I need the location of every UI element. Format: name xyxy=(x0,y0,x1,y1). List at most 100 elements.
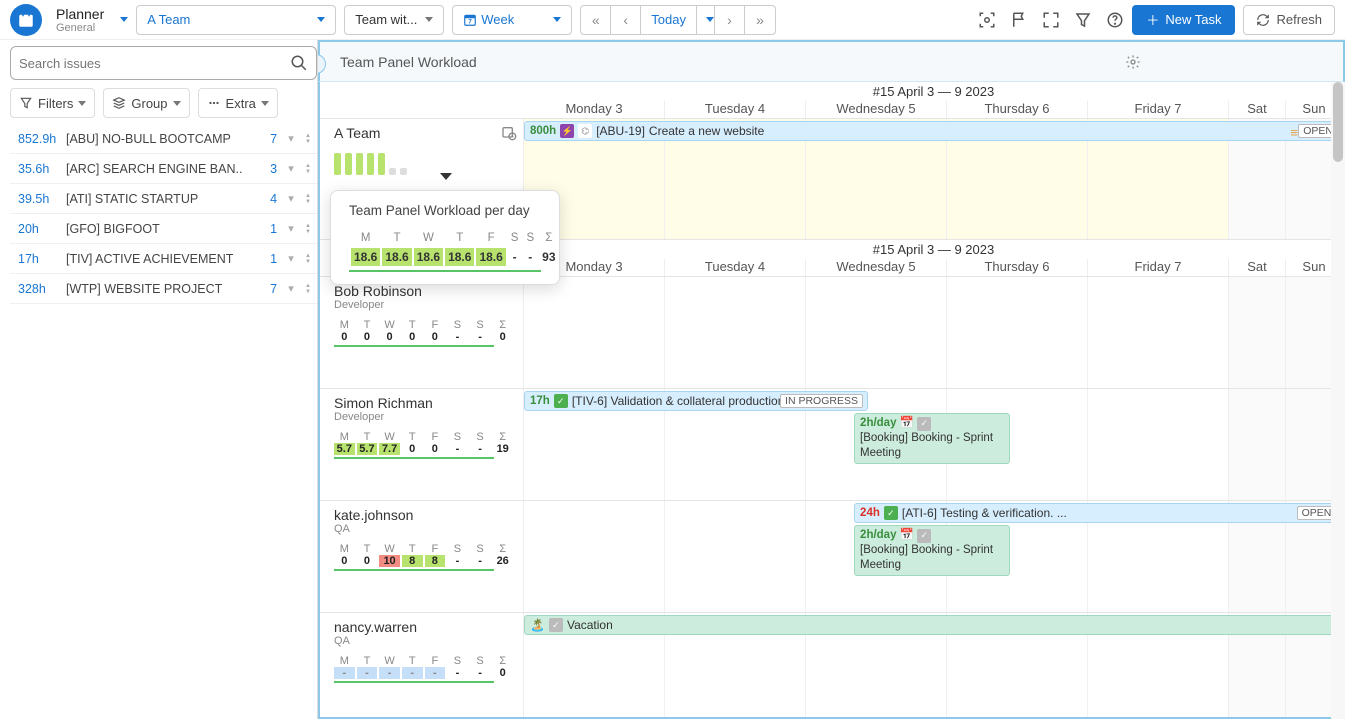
scrollbar-thumb[interactable] xyxy=(1333,82,1343,162)
team-task-bar[interactable]: 800h ⚡ ⌬ [ABU-19] Create a new website ≡… xyxy=(524,121,1343,141)
dropdown-icon[interactable]: ▾ xyxy=(283,131,299,147)
resource-lane: Simon Richman Developer MTWTFSSΣ 5.75.77… xyxy=(320,388,1343,500)
workload-head: MTWTFSSΣ xyxy=(334,655,513,667)
subtasks-icon: ⌬ xyxy=(578,124,592,138)
resource-role: QA xyxy=(334,523,513,535)
collapse-handle[interactable]: ‹ xyxy=(318,54,326,74)
issue-row[interactable]: 328h [WTP] WEBSITE PROJECT 7 ▾ ▲▼ xyxy=(10,274,317,304)
day-header: Tuesday 4 xyxy=(665,259,806,276)
check-icon: ✓ xyxy=(917,529,931,543)
issue-row[interactable]: 35.6h [ARC] SEARCH ENGINE BAN.. 3 ▾ ▲▼ xyxy=(10,154,317,184)
app-dropdown-caret-icon[interactable] xyxy=(120,17,128,22)
sort-icon[interactable]: ▲▼ xyxy=(305,223,311,235)
period-dropdown[interactable]: 7 Week xyxy=(452,5,572,35)
group-label: Group xyxy=(131,96,167,111)
nav-first-button[interactable]: « xyxy=(581,6,611,34)
task-bar[interactable]: 17h ✓ [TIV-6] Validation & collateral pr… xyxy=(524,391,868,411)
sort-icon[interactable]: ▲▼ xyxy=(305,163,311,175)
sort-icon[interactable]: ▲▼ xyxy=(305,193,311,205)
issue-count: 3 xyxy=(263,162,277,176)
sort-icon[interactable]: ▲▼ xyxy=(305,133,311,145)
calendar-week-icon: 7 xyxy=(463,13,477,27)
week-title-2: #15 April 3 — 9 2023 xyxy=(524,240,1343,259)
calendar-icon: 📅 xyxy=(900,417,914,429)
scan-icon[interactable] xyxy=(978,11,996,29)
extra-button[interactable]: Extra xyxy=(198,88,278,118)
chevron-down-icon xyxy=(78,101,86,106)
app-title: Planner xyxy=(56,6,104,22)
palm-icon: 🏝️ xyxy=(530,618,545,632)
dropdown-icon[interactable]: ▾ xyxy=(283,161,299,177)
issue-hours: 35.6h xyxy=(18,162,60,176)
resource-lane: nancy.warren QA MTWTFSSΣ -------0 🏝️ ✓ V… xyxy=(320,612,1343,719)
team-dropdown[interactable]: A Team xyxy=(136,5,336,35)
team-name: A Team xyxy=(334,125,513,141)
week-title: #15 April 3 — 9 2023 xyxy=(524,82,1343,101)
issue-count: 4 xyxy=(263,192,277,206)
nav-prev-button[interactable]: ‹ xyxy=(611,6,641,34)
issue-count: 7 xyxy=(263,132,277,146)
sort-icon[interactable]: ▲▼ xyxy=(305,253,311,265)
app-title-block: Planner General xyxy=(56,6,104,34)
workload-values: 001088--26 xyxy=(334,555,513,567)
issue-list: 852.9h [ABU] NO-BULL BOOTCAMP 7 ▾ ▲▼35.6… xyxy=(10,124,317,304)
dropdown-icon[interactable]: ▾ xyxy=(283,251,299,267)
epic-icon: ⚡ xyxy=(560,124,574,138)
issue-hours: 20h xyxy=(18,222,60,236)
chevron-down-icon xyxy=(173,101,181,106)
vertical-scrollbar[interactable] xyxy=(1331,82,1345,719)
issue-name: [TIV] ACTIVE ACHIEVEMENT xyxy=(66,252,257,266)
nav-today-button[interactable]: Today xyxy=(641,6,697,34)
dropdown-icon[interactable]: ▾ xyxy=(283,281,299,297)
new-task-button[interactable]: ＋ New Task xyxy=(1132,5,1235,35)
gear-icon[interactable] xyxy=(1125,54,1141,70)
issue-row[interactable]: 852.9h [ABU] NO-BULL BOOTCAMP 7 ▾ ▲▼ xyxy=(10,124,317,154)
day-header: Friday 7 xyxy=(1088,259,1229,276)
search-box[interactable] xyxy=(10,46,317,80)
new-task-label: New Task xyxy=(1165,12,1221,27)
timeline[interactable]: #15 April 3 — 9 2023 Monday 3Tuesday 4We… xyxy=(318,40,1345,719)
workload-values: 00000--0 xyxy=(334,331,513,343)
filters-button[interactable]: Filters xyxy=(10,88,95,118)
panel-dropdown[interactable]: Team wit... xyxy=(344,5,444,35)
team-dropdown-label: A Team xyxy=(147,12,190,27)
filter-icon[interactable] xyxy=(1074,11,1092,29)
nav-next-button[interactable]: › xyxy=(715,6,745,34)
dropdown-icon[interactable]: ▾ xyxy=(283,191,299,207)
resource-role: QA xyxy=(334,635,513,647)
booking-box[interactable]: 2h/day 📅 ✓ [Booking] Booking - Sprint Me… xyxy=(854,525,1010,576)
search-input[interactable] xyxy=(19,56,290,71)
refresh-button[interactable]: Refresh xyxy=(1243,5,1335,35)
group-button[interactable]: Group xyxy=(103,88,189,118)
extra-label: Extra xyxy=(226,96,256,111)
booking-box[interactable]: 2h/day 📅 ✓ [Booking] Booking - Sprint Me… xyxy=(854,413,1010,464)
plus-icon: ＋ xyxy=(1146,10,1159,29)
resource-name: kate.johnson xyxy=(334,507,513,523)
flag-icon[interactable] xyxy=(1010,11,1028,29)
resource-name: Simon Richman xyxy=(334,395,513,411)
check-icon: ✓ xyxy=(884,506,898,520)
resource-role: Developer xyxy=(334,299,513,311)
workload-values: -------0 xyxy=(334,667,513,679)
task-status: IN PROGRESS xyxy=(780,394,863,408)
issue-row[interactable]: 39.5h [ATI] STATIC STARTUP 4 ▾ ▲▼ xyxy=(10,184,317,214)
sort-icon[interactable]: ▲▼ xyxy=(305,283,311,295)
funnel-icon xyxy=(19,96,33,110)
fullscreen-icon[interactable] xyxy=(1042,11,1060,29)
resource-lane: kate.johnson QA MTWTFSSΣ 001088--26 24h … xyxy=(320,500,1343,612)
main-layout: Filters Group Extra 852.9h [ABU] NO-BULL… xyxy=(0,40,1345,719)
task-bar[interactable]: 24h ✓ [ATI-6] Testing & verification. ..… xyxy=(854,503,1341,523)
vacation-bar[interactable]: 🏝️ ✓ Vacation xyxy=(524,615,1343,635)
nav-today-caret[interactable] xyxy=(697,6,715,34)
help-icon[interactable] xyxy=(1106,11,1124,29)
task-hours: 17h xyxy=(530,395,550,407)
issue-row[interactable]: 20h [GFO] BIGFOOT 1 ▾ ▲▼ xyxy=(10,214,317,244)
chevron-down-icon xyxy=(425,17,433,22)
dropdown-icon[interactable]: ▾ xyxy=(283,221,299,237)
calendar-clock-icon[interactable] xyxy=(501,125,517,141)
chevron-down-icon xyxy=(261,101,269,106)
nav-last-button[interactable]: » xyxy=(745,6,775,34)
issue-name: [WTP] WEBSITE PROJECT xyxy=(66,282,257,296)
dots-icon xyxy=(207,96,221,110)
issue-row[interactable]: 17h [TIV] ACTIVE ACHIEVEMENT 1 ▾ ▲▼ xyxy=(10,244,317,274)
